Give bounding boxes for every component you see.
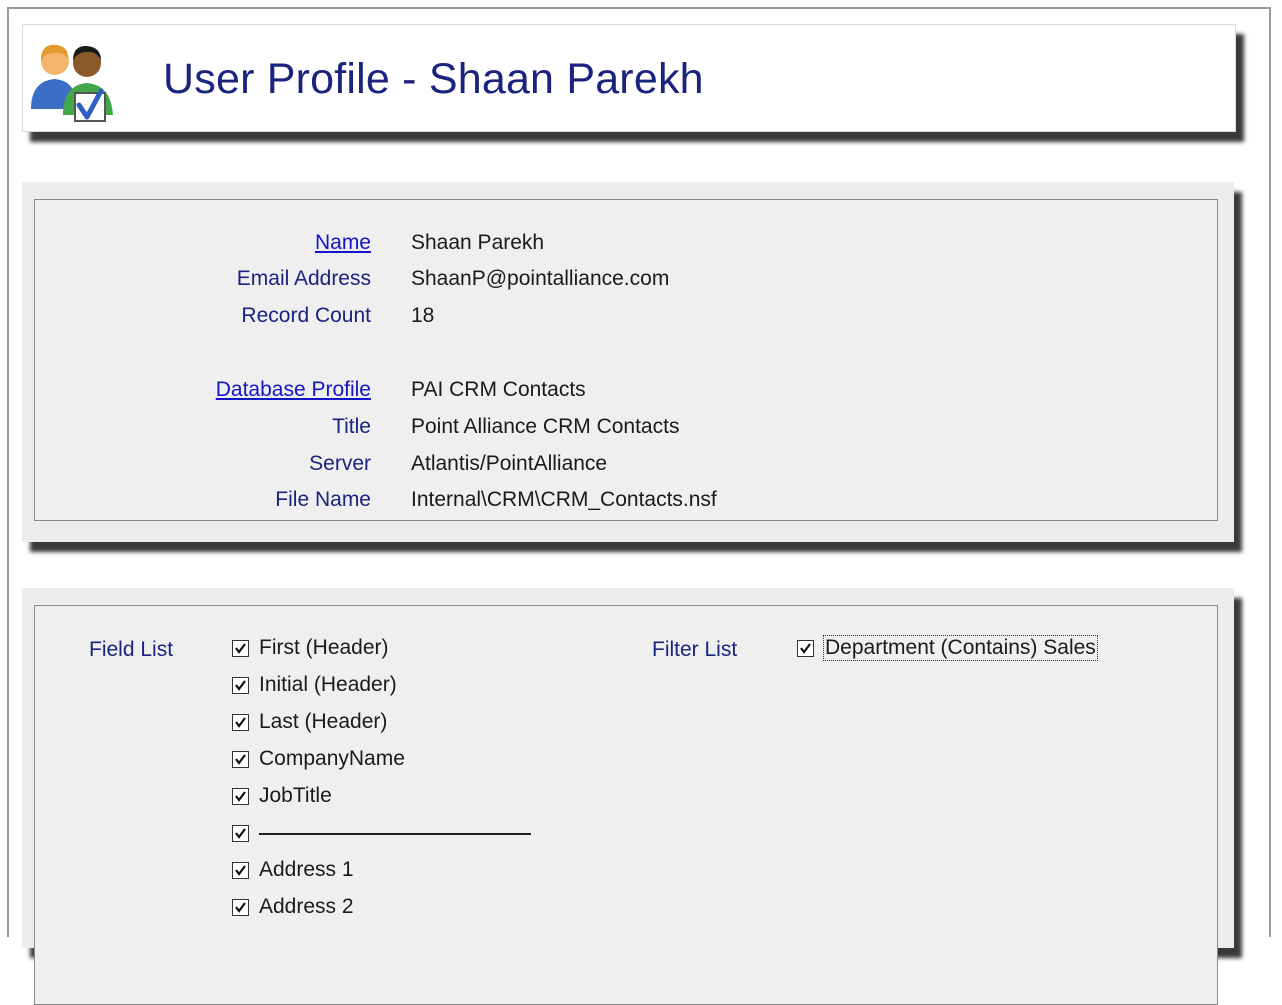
field-item-separator[interactable]	[232, 818, 531, 848]
checkbox-checked-icon[interactable]	[232, 861, 249, 879]
checkbox-checked-icon[interactable]	[232, 750, 249, 768]
field-item[interactable]: Initial (Header)	[232, 670, 397, 700]
checkbox-checked-icon[interactable]	[232, 787, 249, 805]
profile-details-box: Name Shaan Parekh Email Address ShaanP@p…	[34, 199, 1218, 521]
name-link[interactable]: Name	[31, 231, 371, 255]
profile-row-email: Email Address ShaanP@pointalliance.com	[35, 267, 670, 297]
field-list-label: Field List	[89, 638, 174, 661]
profile-row-title: Title Point Alliance CRM Contacts	[35, 415, 679, 445]
separator-line	[259, 833, 531, 835]
title-value: Point Alliance CRM Contacts	[411, 415, 680, 438]
field-item[interactable]: CompanyName	[232, 744, 405, 774]
field-item-label: CompanyName	[259, 747, 405, 770]
checkbox-checked-icon[interactable]	[232, 824, 249, 842]
page-title: User Profile - Shaan Parekh	[163, 55, 704, 103]
email-value: ShaanP@pointalliance.com	[411, 267, 670, 290]
checkbox-checked-icon[interactable]	[232, 676, 249, 694]
field-item[interactable]: JobTitle	[232, 781, 332, 811]
lists-box: Field List Filter List First (Header) In…	[34, 605, 1218, 1005]
field-item-label: Address 2	[259, 895, 354, 918]
file-name-label: File Name	[275, 488, 371, 511]
name-value: Shaan Parekh	[411, 231, 545, 254]
filter-item[interactable]: Department (Contains) Sales	[797, 633, 1098, 663]
field-item[interactable]: Address 1	[232, 855, 354, 885]
field-item-label: Last (Header)	[259, 710, 388, 733]
checkbox-checked-icon[interactable]	[232, 713, 249, 731]
email-label: Email Address	[236, 267, 371, 290]
profile-row-record-count: Record Count 18	[35, 304, 434, 334]
profile-row-name: Name Shaan Parekh	[35, 231, 544, 261]
users-check-icon	[31, 44, 113, 122]
record-count-label: Record Count	[241, 304, 371, 327]
profile-row-database-profile: Database Profile PAI CRM Contacts	[35, 378, 586, 408]
field-item-label: JobTitle	[259, 784, 332, 807]
checkbox-checked-icon[interactable]	[232, 639, 249, 657]
checkbox-checked-icon[interactable]	[797, 639, 814, 657]
record-count-value: 18	[411, 304, 435, 327]
field-item[interactable]: First (Header)	[232, 633, 389, 663]
field-item-label: Address 1	[259, 858, 354, 881]
profile-panel: Name Shaan Parekh Email Address ShaanP@p…	[22, 182, 1234, 542]
title-label: Title	[332, 415, 371, 438]
filter-list-label: Filter List	[652, 638, 738, 661]
file-name-value: Internal\CRM\CRM_Contacts.nsf	[411, 488, 717, 511]
database-profile-link[interactable]: Database Profile	[31, 378, 371, 402]
filter-item-label: Department (Contains) Sales	[823, 635, 1098, 661]
field-item-label: Initial (Header)	[259, 673, 397, 696]
field-item-label: First (Header)	[259, 636, 389, 659]
server-value: Atlantis/PointAlliance	[411, 452, 608, 475]
header-banner: User Profile - Shaan Parekh	[22, 24, 1236, 132]
lists-panel: Field List Filter List First (Header) In…	[22, 588, 1234, 1005]
profile-row-file-name: File Name Internal\CRM\CRM_Contacts.nsf	[35, 488, 716, 518]
profile-row-server: Server Atlantis/PointAlliance	[35, 452, 607, 482]
server-label: Server	[309, 452, 371, 475]
field-item[interactable]: Last (Header)	[232, 707, 387, 737]
checkbox-checked-icon[interactable]	[232, 898, 249, 916]
database-profile-value: PAI CRM Contacts	[411, 378, 586, 401]
